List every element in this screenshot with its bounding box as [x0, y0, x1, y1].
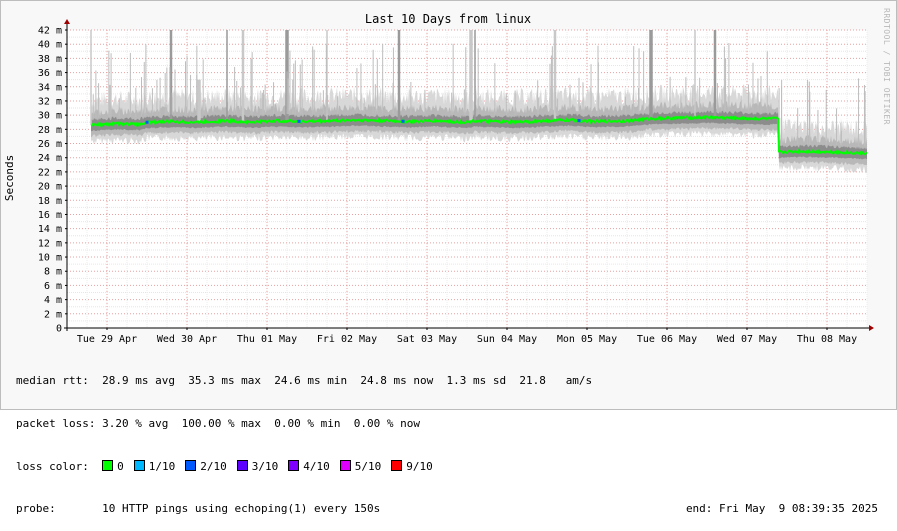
loss-point — [145, 120, 149, 124]
spike-mark — [713, 30, 717, 118]
loss-color-label-text: 3/10 — [251, 459, 279, 473]
loss-color-label-text: 2/10 — [200, 459, 227, 473]
x-tick-label: Tue 06 May — [637, 334, 697, 345]
spike-mark — [197, 79, 201, 123]
loss-color-swatch — [236, 459, 248, 471]
y-tick-label: 10 m — [38, 253, 62, 264]
loss-point — [297, 119, 301, 123]
y-axis-label: Seconds — [3, 155, 16, 201]
probe-text: 10 HTTP pings using echoping(1) every 15… — [102, 502, 381, 516]
y-tick-label: 28 m — [38, 125, 62, 136]
loss-color-label: loss color: — [16, 459, 89, 473]
x-tick-label: Thu 08 May — [797, 334, 857, 345]
spike-mark — [469, 30, 473, 122]
y-tick-label: 0 — [56, 324, 62, 335]
y-axis-arrow — [64, 19, 70, 24]
y-tick-label: 38 m — [38, 54, 62, 65]
loss-color-label-text: 1/10 — [148, 459, 176, 473]
probe-row: probe: 10 HTTP pings using echoping(1) e… — [16, 502, 886, 516]
packet-loss-values: 3.20 % avg 100.00 % max 0.00 % min 0.00 … — [102, 417, 420, 430]
legend: median rtt: 28.9 ms avg 35.3 ms max 24.6… — [16, 346, 886, 531]
y-tick-label: 26 m — [38, 139, 62, 150]
loss-color-item: 4/10 — [288, 459, 330, 474]
median-rtt-values: 28.9 ms avg 35.3 ms max 24.6 ms min 24.8… — [102, 374, 593, 388]
x-tick-label: Sun 04 May — [477, 334, 537, 345]
loss-color-swatch — [339, 459, 351, 471]
spike-mark — [474, 30, 476, 121]
median-rtt-row: median rtt: 28.9 ms avg 35.3 ms max 24.6… — [16, 374, 886, 388]
x-tick-label: Wed 07 May — [717, 334, 777, 345]
y-tick-label: 32 m — [38, 96, 62, 107]
packet-loss-label: packet loss: — [16, 417, 96, 430]
loss-color-swatch — [288, 459, 300, 471]
probe-label: probe: — [16, 502, 56, 516]
spike-mark — [241, 30, 245, 122]
y-tick-label: 20 m — [38, 182, 62, 193]
loss-point — [401, 119, 405, 123]
chart: 0 2 m 4 m 6 m 8 m 10 m 12 m 14 m 16 m 18 m 20 m 22 … — [3, 8, 891, 345]
y-tick-label: 40 m — [38, 40, 62, 51]
loss-color-swatch — [185, 459, 197, 471]
y-tick-label: 2 m — [44, 309, 62, 320]
loss-color-item: 5/10 — [339, 459, 382, 474]
loss-color-label-text: 0 — [117, 459, 124, 473]
spike-mark — [694, 30, 696, 118]
y-tick-label: 34 m — [38, 82, 62, 93]
spike-mark — [397, 30, 401, 122]
loss-color-swatch — [391, 459, 403, 471]
y-tick-label: 18 m — [38, 196, 62, 207]
loss-color-item: 0 — [102, 459, 124, 474]
x-tick-label: Sat 03 May — [397, 334, 457, 345]
loss-color-label-text: 9/10 — [406, 459, 433, 473]
y-tick-label: 16 m — [38, 210, 62, 221]
y-tick-label: 14 m — [38, 224, 62, 235]
loss-color-item: 9/10 — [391, 459, 433, 474]
x-tick-label: Mon 05 May — [557, 334, 617, 345]
y-tick-label: 42 m — [38, 26, 62, 37]
packet-loss-row: packet loss: 3.20 % avg 100.00 % max 0.0… — [16, 417, 886, 431]
spike-mark — [649, 30, 653, 119]
loss-color-item: 2/10 — [185, 459, 227, 474]
spike-mark — [226, 30, 228, 121]
y-tick-label: 4 m — [44, 295, 62, 306]
loss-color-label-text: 5/10 — [354, 459, 382, 473]
y-tick-label: 6 m — [44, 281, 62, 292]
x-axis-arrow — [869, 325, 874, 331]
y-tick-label: 22 m — [38, 167, 62, 178]
chart-title: Last 10 Days from linux — [365, 12, 531, 26]
watermark: RRDTOOL / TOBI OETIKER — [882, 8, 891, 125]
loss-point — [577, 119, 581, 123]
loss-color-swatch — [133, 459, 145, 471]
x-tick-label: Thu 01 May — [237, 334, 297, 345]
y-tick-label: 12 m — [38, 238, 62, 249]
loss-color-label-text: 4/10 — [303, 459, 330, 473]
loss-color-item: 3/10 — [236, 459, 279, 474]
x-tick-label: Tue 29 Apr — [77, 334, 137, 345]
median-rtt-label: median rtt: — [16, 374, 89, 388]
y-tick-label: 24 m — [38, 153, 62, 164]
x-tick-label: Fri 02 May — [317, 334, 377, 345]
y-tick-label: 8 m — [44, 267, 62, 278]
y-tick-label: 30 m — [38, 111, 62, 122]
loss-color-row: loss color: 0 1/10 2/10 3/10 4/10 5/10 9/10 — [16, 459, 886, 474]
spike-mark — [90, 30, 92, 126]
loss-color-swatch — [102, 459, 114, 471]
loss-color-item: 1/10 — [133, 459, 176, 474]
x-tick-label: Wed 30 Apr — [157, 334, 217, 345]
end-time: end: Fri May 9 08:39:35 2025 — [685, 502, 878, 516]
y-tick-label: 36 m — [38, 68, 62, 79]
